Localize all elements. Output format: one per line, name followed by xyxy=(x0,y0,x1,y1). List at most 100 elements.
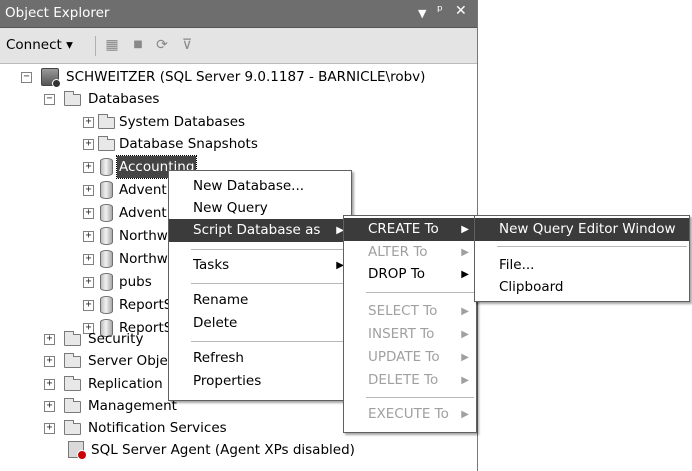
tree-node-replication[interactable]: + Replication xyxy=(0,373,170,395)
expand-icon[interactable]: + xyxy=(44,401,55,412)
reports-1-label: ReportS xyxy=(119,297,173,313)
tree-node-northw-2[interactable]: + Northw xyxy=(0,248,170,270)
delete-to-label: DELETE To xyxy=(368,372,439,388)
database-snapshots-label: Database Snapshots xyxy=(119,136,258,152)
databases-label: Databases xyxy=(88,91,160,107)
northw-2-label: Northw xyxy=(119,251,168,267)
menu-item-new-database[interactable]: New Database... xyxy=(169,175,351,198)
menu-item-alter-to[interactable]: ALTER To ▶ xyxy=(344,241,476,264)
tree-node-reports-1[interactable]: + ReportS xyxy=(0,294,173,316)
menu-item-drop-to[interactable]: DROP To ▶ xyxy=(344,263,476,286)
submenu-arrow-icon: ▶ xyxy=(461,269,469,280)
menu-item-clipboard[interactable]: Clipboard xyxy=(475,276,689,299)
expand-icon[interactable]: + xyxy=(83,254,94,265)
tree-node-advent-2[interactable]: + Advent xyxy=(0,202,170,224)
refresh-icon[interactable]: ⟳ xyxy=(154,37,170,53)
advent-1-label: Advent xyxy=(119,182,167,198)
menu-separator xyxy=(191,341,349,342)
security-label: Security xyxy=(88,331,144,347)
folder-icon xyxy=(64,376,81,391)
close-icon[interactable]: ✕ xyxy=(455,3,467,19)
toolbar-separator xyxy=(95,36,96,56)
folder-icon xyxy=(64,331,81,346)
database-icon xyxy=(100,158,113,176)
create-to-submenu: New Query Editor Window File... Clipboar… xyxy=(474,215,690,302)
menu-item-file[interactable]: File... xyxy=(475,254,689,277)
submenu-arrow-icon: ▶ xyxy=(461,247,469,258)
expand-icon[interactable]: + xyxy=(44,379,55,390)
expand-icon[interactable]: + xyxy=(44,423,55,434)
menu-item-insert-to[interactable]: INSERT To ▶ xyxy=(344,323,476,346)
object-explorer-toolbar: Connect ▾ ▦ ■ ⟳ ⊽ xyxy=(0,28,477,64)
pin-icon[interactable]: ᵖ xyxy=(437,3,443,19)
menu-item-tasks[interactable]: Tasks ▶ xyxy=(169,254,351,277)
submenu-arrow-icon: ▶ xyxy=(461,306,469,317)
execute-to-label: EXECUTE To xyxy=(368,406,449,422)
expand-icon[interactable]: + xyxy=(83,117,94,128)
stop-icon[interactable]: ■ xyxy=(130,37,146,53)
tree-node-server[interactable]: − SCHWEITZER (SQL Server 9.0.1187 - BARN… xyxy=(0,66,477,88)
submenu-arrow-icon: ▶ xyxy=(461,409,469,420)
folder-icon xyxy=(98,114,115,129)
submenu-arrow-icon: ▶ xyxy=(461,352,469,363)
menu-separator xyxy=(191,283,349,284)
submenu-arrow-icon: ▶ xyxy=(461,329,469,340)
pubs-label: pubs xyxy=(119,274,152,290)
connect-button[interactable]: Connect ▾ xyxy=(6,37,73,53)
menu-item-rename[interactable]: Rename xyxy=(169,289,351,312)
collapse-icon[interactable]: − xyxy=(21,72,32,83)
filter-icon[interactable]: ⊽ xyxy=(179,37,195,53)
database-icon xyxy=(100,296,113,314)
object-explorer-titlebar: Object Explorer ▼ ᵖ ✕ xyxy=(0,0,477,28)
menu-item-new-query[interactable]: New Query xyxy=(169,197,351,220)
tree-node-advent-1[interactable]: + Advent xyxy=(0,179,170,201)
tree-node-server-objects[interactable]: + Server Obje xyxy=(0,350,170,372)
server-objects-label: Server Obje xyxy=(88,353,168,369)
expand-icon[interactable]: + xyxy=(83,185,94,196)
menu-item-execute-to[interactable]: EXECUTE To ▶ xyxy=(344,403,476,426)
menu-item-new-query-editor-window[interactable]: New Query Editor Window xyxy=(475,218,689,241)
menu-item-script-database-as[interactable]: Script Database as ▶ xyxy=(169,219,351,242)
database-icon xyxy=(100,250,113,268)
menu-item-delete-to[interactable]: DELETE To ▶ xyxy=(344,369,476,392)
tree-node-system-databases[interactable]: + System Databases xyxy=(0,111,477,133)
menu-item-properties[interactable]: Properties xyxy=(169,370,351,393)
management-label: Management xyxy=(88,398,177,414)
tree-node-northw-1[interactable]: + Northw xyxy=(0,225,170,247)
script-database-submenu: CREATE To ▶ ALTER To ▶ DROP To ▶ SELECT … xyxy=(343,215,477,433)
menu-item-delete[interactable]: Delete xyxy=(169,312,351,335)
submenu-arrow-icon: ▶ xyxy=(461,375,469,386)
expand-icon[interactable]: + xyxy=(83,139,94,150)
insert-to-label: INSERT To xyxy=(368,326,435,342)
sql-agent-icon xyxy=(68,441,87,460)
database-icon xyxy=(100,204,113,222)
script-database-as-label: Script Database as xyxy=(193,222,321,238)
window-dropdown-icon[interactable]: ▼ xyxy=(418,7,426,20)
server-label: SCHWEITZER (SQL Server 9.0.1187 - BARNIC… xyxy=(66,69,426,85)
server-icon xyxy=(41,68,61,88)
expand-icon[interactable]: + xyxy=(83,162,94,173)
tree-node-pubs[interactable]: + pubs xyxy=(0,271,170,293)
tasks-label: Tasks xyxy=(193,257,230,273)
tree-node-security[interactable]: + Security xyxy=(0,328,170,350)
register-server-icon[interactable]: ▦ xyxy=(104,37,120,53)
expand-icon[interactable]: + xyxy=(83,231,94,242)
expand-icon[interactable]: + xyxy=(44,334,55,345)
tree-node-sql-agent[interactable]: SQL Server Agent (Agent XPs disabled) xyxy=(0,439,477,461)
menu-item-refresh[interactable]: Refresh xyxy=(169,347,351,370)
menu-item-select-to[interactable]: SELECT To ▶ xyxy=(344,300,476,323)
tree-node-databases[interactable]: − Databases xyxy=(0,88,477,110)
advent-2-label: Advent xyxy=(119,205,167,221)
database-icon xyxy=(100,227,113,245)
menu-item-create-to[interactable]: CREATE To ▶ xyxy=(344,218,476,241)
menu-item-update-to[interactable]: UPDATE To ▶ xyxy=(344,346,476,369)
expand-icon[interactable]: + xyxy=(83,208,94,219)
replication-label: Replication xyxy=(88,376,163,392)
expand-icon[interactable]: + xyxy=(44,356,55,367)
collapse-icon[interactable]: − xyxy=(44,94,55,105)
tree-node-database-snapshots[interactable]: + Database Snapshots xyxy=(0,133,477,155)
create-to-label: CREATE To xyxy=(368,221,439,237)
drop-to-label: DROP To xyxy=(368,266,426,282)
expand-icon[interactable]: + xyxy=(83,300,94,311)
expand-icon[interactable]: + xyxy=(83,277,94,288)
